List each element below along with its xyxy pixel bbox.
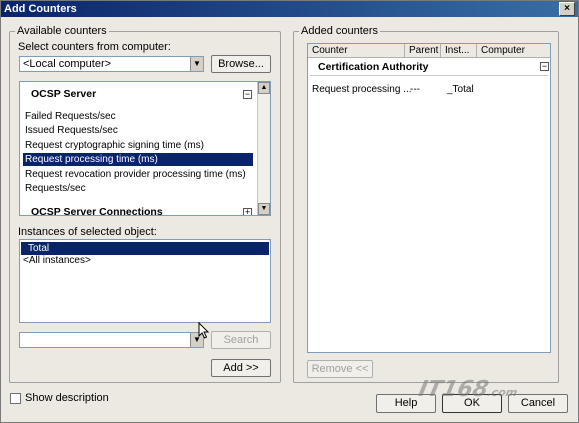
show-description-label: Show description	[25, 392, 109, 404]
collapse-icon[interactable]: −	[540, 62, 549, 71]
counters-scrollbar[interactable]: ▲ ▼	[257, 82, 270, 215]
computer-select-value: <Local computer>	[23, 58, 112, 70]
added-counter-name[interactable]: Request processing ...	[312, 84, 412, 95]
show-description-checkbox[interactable]	[10, 393, 21, 404]
object-group-header[interactable]: Certification Authority	[318, 61, 428, 73]
cancel-button[interactable]: Cancel	[508, 394, 568, 413]
added-counters-title: Added counters	[299, 25, 381, 37]
added-counters-table[interactable]: Counter Parent Inst... Computer Certific…	[307, 43, 551, 353]
scroll-down-icon[interactable]: ▼	[258, 203, 270, 215]
expand-icon[interactable]: +	[243, 208, 252, 215]
remove-button[interactable]: Remove <<	[307, 360, 373, 378]
column-header-counter[interactable]: Counter	[308, 44, 405, 58]
instances-list[interactable]: Total <All instances>	[19, 239, 271, 323]
browse-button[interactable]: Browse...	[211, 55, 271, 73]
counter-item[interactable]: Issued Requests/sec	[23, 124, 267, 137]
added-counter-parent: ---	[410, 84, 420, 95]
counter-item[interactable]: Request cryptographic signing time (ms)	[23, 139, 267, 152]
available-counters-title: Available counters	[15, 25, 109, 37]
counter-item[interactable]: Failed Requests/sec	[23, 110, 267, 123]
window-title: Add Counters	[4, 3, 77, 15]
select-computer-label: Select counters from computer:	[18, 41, 171, 53]
column-header-parent[interactable]: Parent	[405, 44, 441, 58]
watermark-main: IT168	[416, 377, 491, 402]
chevron-down-icon[interactable]: ▼	[190, 57, 203, 71]
added-counter-instance: _Total	[447, 84, 474, 95]
search-button[interactable]: Search	[211, 331, 271, 349]
counter-item[interactable]: Request revocation provider processing t…	[23, 168, 267, 181]
counter-item-selected[interactable]: Request processing time (ms)	[23, 153, 253, 166]
mouse-cursor-icon	[198, 322, 210, 339]
close-icon[interactable]: ×	[559, 2, 575, 16]
site-watermark: IT168.com	[416, 377, 520, 402]
group-divider	[310, 75, 548, 76]
column-header-instance[interactable]: Inst...	[441, 44, 477, 58]
instance-item[interactable]: <All instances>	[21, 254, 267, 267]
counter-category-header[interactable]: OCSP Server Connections	[23, 206, 267, 216]
column-header-computer[interactable]: Computer	[477, 44, 550, 58]
search-input[interactable]: ▼	[19, 332, 204, 348]
add-counters-dialog: Add Counters × Available counters Select…	[0, 0, 579, 423]
scroll-up-icon[interactable]: ▲	[258, 82, 270, 94]
counter-category-label: OCSP Server Connections	[31, 206, 163, 216]
collapse-icon[interactable]: −	[243, 90, 252, 99]
instance-label: Total	[28, 243, 50, 254]
counter-category-label: OCSP Server	[31, 88, 97, 100]
counter-category-header[interactable]: OCSP Server	[23, 88, 267, 101]
watermark-sub: .com	[486, 386, 519, 399]
add-button[interactable]: Add >>	[211, 359, 271, 377]
computer-select[interactable]: <Local computer> ▼	[19, 56, 204, 72]
counter-item[interactable]: Requests/sec	[23, 182, 267, 195]
title-bar: Add Counters ×	[1, 1, 578, 17]
instances-label: Instances of selected object:	[18, 226, 157, 238]
counters-list[interactable]: OCSP Server − Failed Requests/sec Issued…	[19, 81, 271, 216]
